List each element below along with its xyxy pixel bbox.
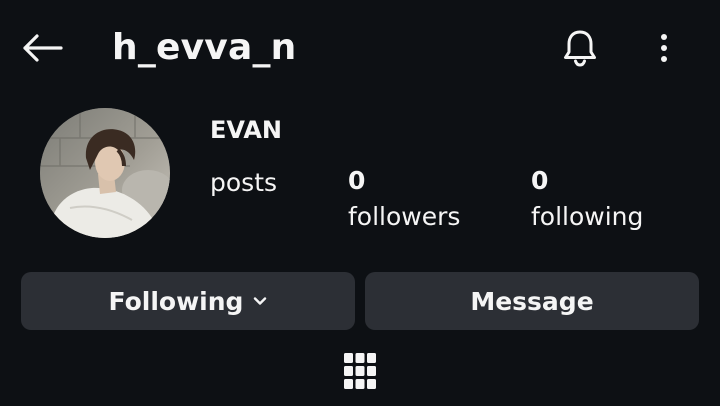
more-vertical-icon	[661, 34, 667, 62]
stat-following[interactable]: 0 following	[531, 164, 643, 236]
profile-display-name: EVAN	[210, 116, 282, 144]
following-label: following	[531, 202, 644, 231]
tab-posts-grid[interactable]	[340, 350, 380, 394]
posts-label: posts	[210, 168, 278, 197]
message-button[interactable]: Message	[365, 272, 699, 330]
profile-photo	[40, 108, 170, 238]
notifications-button[interactable]	[558, 26, 602, 70]
arrow-left-icon	[23, 34, 63, 62]
profile-username: h_evva_n	[112, 27, 297, 68]
profile-screen: h_evva_n EVAN posts 0 followers 0 follow…	[0, 0, 720, 406]
back-button[interactable]	[20, 28, 64, 68]
followers-label: followers	[348, 202, 461, 231]
following-button-label: Following	[108, 286, 244, 316]
followers-count: 0	[348, 166, 366, 195]
more-options-button[interactable]	[648, 28, 680, 68]
bell-icon	[564, 30, 596, 67]
message-button-label: Message	[470, 286, 594, 316]
following-count: 0	[531, 166, 549, 195]
following-button[interactable]: Following	[21, 272, 355, 330]
avatar[interactable]	[40, 108, 170, 238]
chevron-down-icon	[253, 296, 267, 306]
stat-followers[interactable]: 0 followers	[348, 164, 460, 236]
grid-icon	[344, 353, 376, 389]
stat-posts[interactable]: posts	[210, 164, 277, 202]
